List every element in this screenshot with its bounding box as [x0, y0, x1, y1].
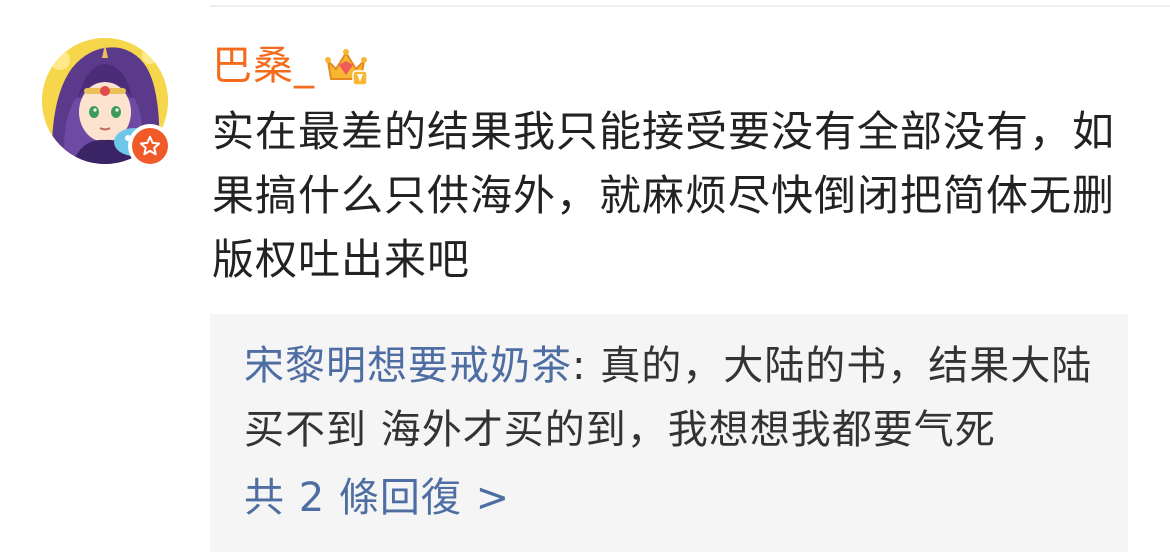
reply-preview-text: 宋黎明想要戒奶茶: 真的，大陆的书，结果大陆买不到 海外才买的到，我想想我都要气… [244, 334, 1104, 462]
username-row: 巴桑_ [212, 38, 369, 94]
comment-text: 实在最差的结果我只能接受要没有全部没有，如果搞什么只供海外，就麻烦尽快倒闭把简体… [212, 107, 1116, 284]
star-badge-icon [139, 135, 161, 156]
reply-author[interactable]: 宋黎明想要戒奶茶 [244, 343, 572, 389]
username[interactable]: 巴桑_ [212, 38, 315, 94]
reply-separator: : [572, 343, 601, 389]
top-divider [210, 5, 1170, 7]
view-replies-link[interactable]: 共 2 條回復 > [244, 466, 510, 530]
avatar-badge [128, 124, 172, 168]
reply-preview-box[interactable]: 宋黎明想要戒奶茶: 真的，大陆的书，结果大陆买不到 海外才买的到，我想想我都要气… [210, 314, 1128, 552]
crown-gem-icon [325, 49, 368, 86]
